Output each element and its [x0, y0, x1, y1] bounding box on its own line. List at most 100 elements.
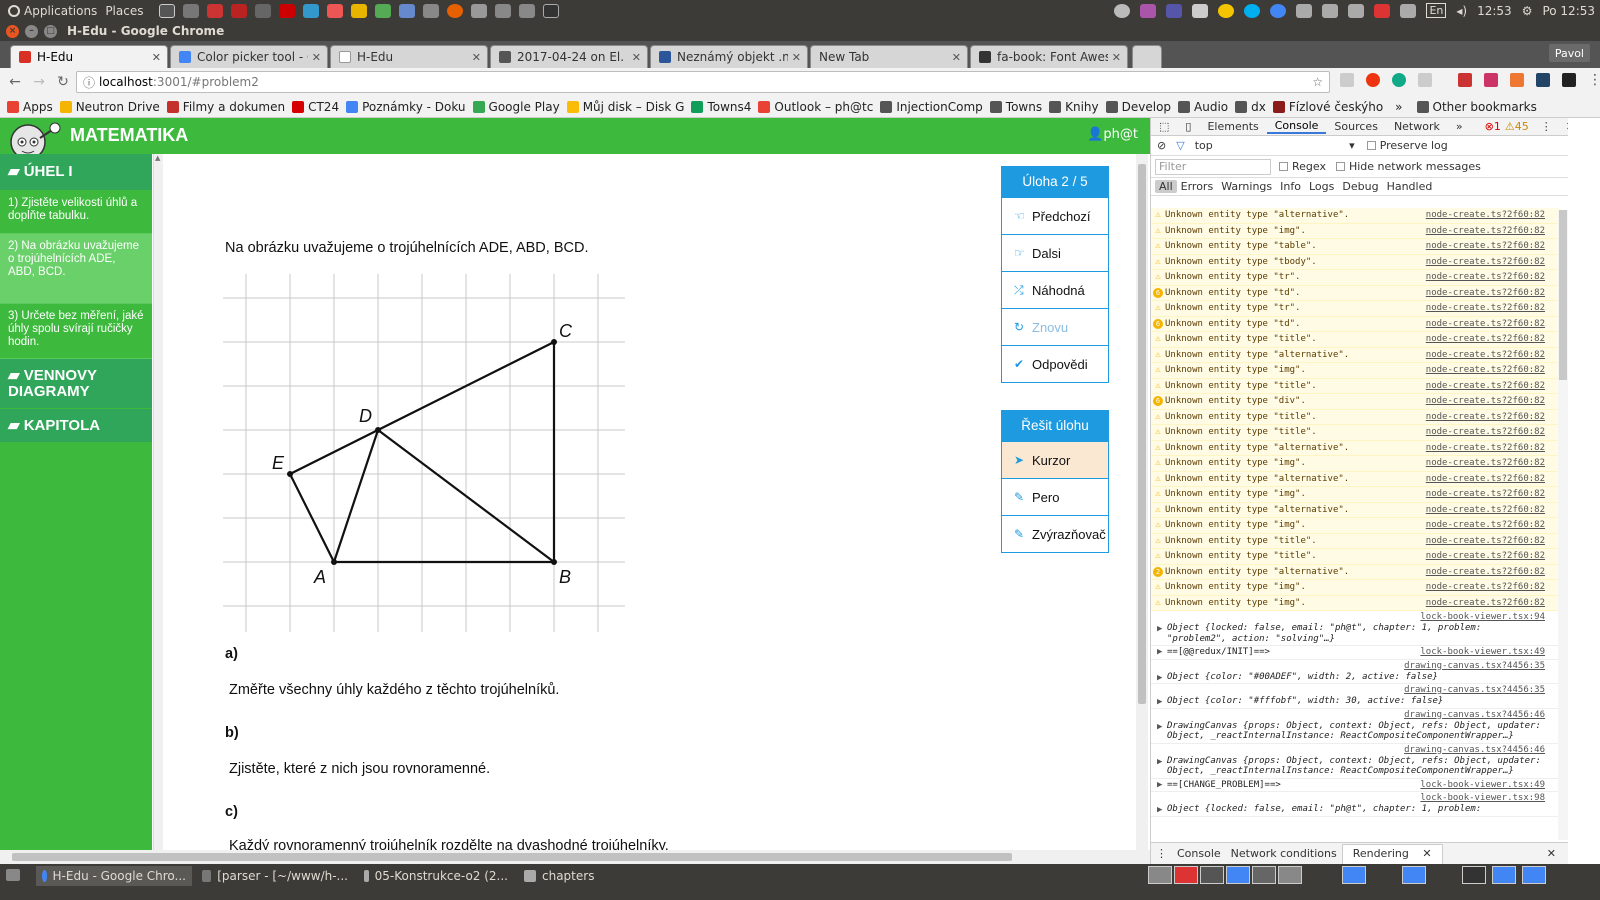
tab-el-pc[interactable]: 2017-04-24 on El. pc ✕: [490, 45, 648, 68]
drawer-close-icon[interactable]: ✕: [1542, 847, 1561, 860]
expand-arrow-icon[interactable]: ▶: [1157, 780, 1162, 791]
bookmark-neutron-drive[interactable]: Neutron Drive: [59, 100, 160, 114]
console-source-link[interactable]: drawing-canvas.tsx?4456:46: [1404, 745, 1545, 756]
console-source-link[interactable]: node-create.ts?2f60:82: [1426, 288, 1545, 298]
console-warning-row[interactable]: 6 Unknown entity type "div". node-create.t…: [1151, 394, 1559, 410]
console-source-link[interactable]: node-create.ts?2f60:82: [1426, 536, 1545, 546]
console-warning-row[interactable]: ⚠ Unknown entity type "title". node-create…: [1151, 409, 1559, 425]
triangle-figure[interactable]: A B C D E: [223, 274, 627, 634]
scroll-up-icon[interactable]: ▲: [155, 154, 160, 162]
cursor-tool-button[interactable]: ➤ Kurzor: [1002, 441, 1108, 478]
console-warning-row[interactable]: ⚠ Unknown entity type "alternative". node-…: [1151, 208, 1559, 224]
bookmark-knihy[interactable]: Knihy: [1049, 100, 1099, 114]
console-warning-row[interactable]: ⚠ Unknown entity type "alternative". node-…: [1151, 347, 1559, 363]
tab-elements[interactable]: Elements: [1199, 120, 1266, 133]
extension-blue-icon[interactable]: [1536, 73, 1550, 87]
console-scrollbar[interactable]: [1558, 210, 1568, 840]
tab-neznamy-objekt[interactable]: Neznámý objekt .ny ✕: [650, 45, 808, 68]
console-source-link[interactable]: node-create.ts?2f60:82: [1426, 350, 1545, 360]
bookmark-towns[interactable]: Towns: [989, 100, 1042, 114]
profile-button[interactable]: Pavol: [1548, 44, 1590, 62]
filter-icon[interactable]: ▽: [1176, 139, 1184, 152]
regex-checkbox[interactable]: Regex: [1279, 160, 1326, 173]
console-source-link[interactable]: node-create.ts?2f60:82: [1426, 474, 1545, 484]
console-warning-row[interactable]: ⚠ Unknown entity type "img". node-create.t…: [1151, 363, 1559, 379]
tab-network[interactable]: Network: [1386, 120, 1448, 133]
notes-icon[interactable]: [1192, 3, 1209, 18]
dropbox-icon[interactable]: [1348, 3, 1365, 18]
level-errors[interactable]: Errors: [1177, 180, 1218, 193]
keyboard-icon[interactable]: [1296, 3, 1313, 18]
bookmark-google-play[interactable]: Google Play: [472, 100, 560, 114]
console-log-row[interactable]: ▶ lock-book-viewer.tsx:49 ==[CHANGE_PROBLE…: [1151, 779, 1559, 792]
sidebar-chapter-venn[interactable]: ▰ VENNOVY DIAGRAMY: [0, 359, 152, 409]
app7-icon[interactable]: [495, 3, 512, 18]
console-scrollbar-thumb[interactable]: [1559, 210, 1567, 380]
tab-new-tab[interactable]: New Tab ✕: [810, 45, 968, 68]
console-warning-row[interactable]: ⚠ Unknown entity type "title". node-create…: [1151, 332, 1559, 348]
sidebar-scrollbar[interactable]: ▲: [153, 154, 163, 864]
console-source-link[interactable]: node-create.ts?2f60:82: [1426, 257, 1545, 267]
app5-icon[interactable]: [423, 3, 440, 18]
bookmark-apps[interactable]: Apps: [7, 100, 53, 114]
drawer-tab-network-conditions[interactable]: Network conditions: [1226, 847, 1342, 860]
drawer-menu-icon[interactable]: ⋮: [1151, 847, 1172, 860]
console-source-link[interactable]: drawing-canvas.tsx?4456:35: [1404, 685, 1545, 696]
taskbar-item-parser[interactable]: [parser - [~/www/h-...: [196, 866, 354, 886]
clock[interactable]: 12:53: [1477, 4, 1512, 18]
console-source-link[interactable]: node-create.ts?2f60:82: [1426, 303, 1545, 313]
workspace-5[interactable]: [1252, 866, 1276, 884]
error-count[interactable]: ⊗1: [1485, 120, 1501, 133]
workspace-8[interactable]: [1402, 866, 1426, 884]
sidebar-item-problem-2[interactable]: 2) Na obrázku uvažujeme o trojúhelnících…: [0, 234, 152, 304]
tab-close-icon[interactable]: ✕: [632, 51, 641, 64]
tab-close-icon[interactable]: ✕: [472, 51, 481, 64]
console-warning-row[interactable]: ⚠ Unknown entity type "title". node-create…: [1151, 533, 1559, 549]
workspace-1[interactable]: [1148, 866, 1172, 884]
console-warning-row[interactable]: ⚠ Unknown entity type "img". node-create.t…: [1151, 580, 1559, 596]
console-warning-row[interactable]: ⚠ Unknown entity type "img". node-create.t…: [1151, 456, 1559, 472]
horizontal-scrollbar[interactable]: [0, 850, 1150, 864]
console-source-link[interactable]: node-create.ts?2f60:82: [1426, 520, 1545, 530]
download-icon[interactable]: [1166, 3, 1183, 18]
console-warning-row[interactable]: ⚠ Unknown entity type "img". node-create.t…: [1151, 595, 1559, 611]
taskbar-item-chrome[interactable]: H-Edu - Google Chro...: [36, 866, 192, 886]
console-source-link[interactable]: node-create.ts?2f60:82: [1426, 412, 1545, 422]
paint-icon[interactable]: [207, 3, 224, 18]
sidebar-chapter-kapitola[interactable]: ▰ KAPITOLA: [0, 409, 152, 443]
sync-icon[interactable]: [1114, 3, 1131, 18]
console-warning-row[interactable]: ⚠ Unknown entity type "title". node-create…: [1151, 425, 1559, 441]
tab-close-icon[interactable]: ✕: [952, 51, 961, 64]
app-icon[interactable]: [303, 3, 320, 18]
tray-app-icon[interactable]: [1140, 3, 1157, 18]
page-scrollbar[interactable]: [1136, 154, 1148, 864]
settings-gear-icon[interactable]: ⚙: [1522, 4, 1533, 18]
workspace-11[interactable]: [1522, 866, 1546, 884]
pen-tool-button[interactable]: ✎ Pero: [1002, 478, 1108, 515]
extension-pink-icon[interactable]: [1484, 73, 1498, 87]
bookmark-towns4[interactable]: Towns4: [691, 100, 751, 114]
app6-icon[interactable]: [471, 3, 488, 18]
close-window-icon[interactable]: ×: [6, 24, 19, 38]
bookmark-ct24[interactable]: CT24: [292, 100, 339, 114]
console-source-link[interactable]: node-create.ts?2f60:82: [1426, 427, 1545, 437]
console-warning-row[interactable]: ⚠ Unknown entity type "title". node-create…: [1151, 549, 1559, 565]
console-log-row[interactable]: ▶ drawing-canvas.tsx?4456:46 DrawingCanvas…: [1151, 744, 1559, 779]
taskbar-item-konstrukce[interactable]: 05-Konstrukce-o2 (2...: [358, 866, 514, 886]
show-desktop-icon[interactable]: [6, 869, 20, 881]
console-filter-input[interactable]: Filter: [1155, 158, 1271, 175]
workspace-switcher[interactable]: [1148, 866, 1546, 884]
diamond-icon[interactable]: [183, 3, 200, 18]
console-source-link[interactable]: node-create.ts?2f60:82: [1426, 505, 1545, 515]
address-bar[interactable]: ⓘ localhost:3001/#problem2 ☆: [76, 71, 1330, 93]
workspace-6[interactable]: [1278, 866, 1302, 884]
tab-h-edu[interactable]: H-Edu ✕: [10, 45, 168, 68]
bookmark-muj-disk[interactable]: Můj disk – Disk G: [566, 100, 684, 114]
workspace-10[interactable]: [1492, 866, 1516, 884]
console-source-link[interactable]: lock-book-viewer.tsx:94: [1420, 612, 1545, 623]
chrome-tray-icon[interactable]: [1270, 3, 1287, 18]
level-logs[interactable]: Logs: [1305, 180, 1338, 193]
filezilla-icon[interactable]: [279, 3, 296, 18]
tab-color-picker[interactable]: Color picker tool - C ✕: [170, 45, 328, 68]
new-tab-button[interactable]: [1132, 45, 1162, 68]
